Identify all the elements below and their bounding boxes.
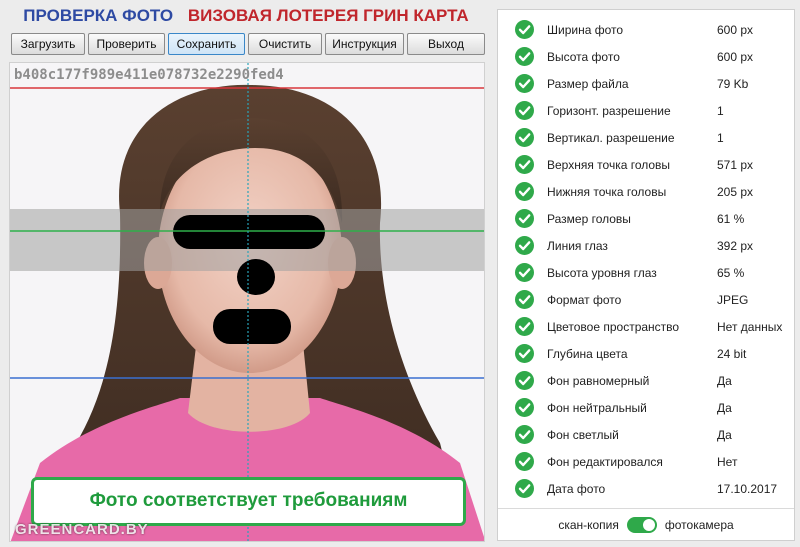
nose-censor	[237, 259, 275, 295]
result-label: Линия глаз	[547, 238, 608, 253]
save-button[interactable]: Сохранить	[168, 33, 245, 55]
check-icon	[515, 479, 534, 498]
result-row: Размер файла 79 Kb	[498, 70, 794, 97]
result-row: Ширина фото 600 px	[498, 16, 794, 43]
result-value: 600 px	[717, 22, 754, 37]
result-row: Глубина цвета 24 bit	[498, 340, 794, 367]
result-label: Горизонт. разрешение	[547, 103, 671, 118]
results-list: Ширина фото 600 px Высота фото 600 px Размер…	[498, 16, 794, 502]
result-row: Фон светлый Да	[498, 421, 794, 448]
status-banner: Фото соответствует требованиям	[31, 477, 466, 526]
mouth-censor	[213, 309, 291, 344]
results-panel: Ширина фото 600 px Высота фото 600 px Размер…	[497, 9, 795, 541]
result-row: Фон нейтральный Да	[498, 394, 794, 421]
result-label: Формат фото	[547, 292, 622, 307]
check-icon	[515, 317, 534, 336]
result-value: Да	[717, 373, 732, 388]
result-label: Фон нейтральный	[547, 400, 647, 415]
help-button[interactable]: Инструкция	[325, 33, 404, 55]
portrait-photo	[10, 63, 484, 541]
result-value: 65 %	[717, 265, 745, 280]
toggle-label-camera: фотокамера	[664, 517, 734, 532]
result-value: Нет	[717, 454, 738, 469]
result-row: Высота уровня глаз 65 %	[498, 259, 794, 286]
result-value: 600 px	[717, 49, 754, 64]
result-row: Размер головы 61 %	[498, 205, 794, 232]
result-value: Да	[717, 400, 732, 415]
result-value: 17.10.2017	[717, 481, 778, 496]
result-row: Горизонт. разрешение 1	[498, 97, 794, 124]
result-label: Фон светлый	[547, 427, 619, 442]
check-icon	[515, 128, 534, 147]
source-toggle-row: скан-копия фотокамера	[498, 508, 794, 540]
check-icon	[515, 47, 534, 66]
result-row: Цветовое пространство Нет данных	[498, 313, 794, 340]
result-label: Высота фото	[547, 49, 620, 64]
check-icon	[515, 398, 534, 417]
check-icon	[515, 263, 534, 282]
result-value: 61 %	[717, 211, 745, 226]
result-label: Дата фото	[547, 481, 606, 496]
source-toggle[interactable]	[626, 516, 657, 533]
result-label: Верхняя точка головы	[547, 157, 671, 172]
check-icon	[515, 182, 534, 201]
toggle-label-scan: скан-копия	[558, 517, 619, 532]
result-label: Цветовое пространство	[547, 319, 680, 334]
title-check-photo: ПРОВЕРКА ФОТО	[23, 6, 174, 25]
result-row: Верхняя точка головы 571 px	[498, 151, 794, 178]
result-value: Да	[717, 427, 732, 442]
result-value: 392 px	[717, 238, 754, 253]
result-value: 1	[717, 103, 724, 118]
check-icon	[515, 344, 534, 363]
result-label: Вертикал. разрешение	[547, 130, 675, 145]
check-icon	[515, 290, 534, 309]
result-value: 205 px	[717, 184, 754, 199]
check-icon	[515, 371, 534, 390]
result-label: Размер файла	[547, 76, 629, 91]
result-value: 79 Kb	[717, 76, 749, 91]
result-row: Фон редактировался Нет	[498, 448, 794, 475]
result-value: 24 bit	[717, 346, 747, 361]
load-button[interactable]: Загрузить	[11, 33, 85, 55]
result-row: Линия глаз 392 px	[498, 232, 794, 259]
result-row: Формат фото JPEG	[498, 286, 794, 313]
toolbar: Загрузить Проверить Сохранить Очистить И…	[11, 33, 487, 57]
result-value: JPEG	[717, 292, 749, 307]
check-icon	[515, 74, 534, 93]
result-row: Вертикал. разрешение 1	[498, 124, 794, 151]
check-icon	[515, 425, 534, 444]
check-icon	[515, 20, 534, 39]
result-row: Высота фото 600 px	[498, 43, 794, 70]
check-icon	[515, 236, 534, 255]
photo-hash: b408c177f989e411e078732e2290fed4	[14, 67, 284, 83]
check-icon	[515, 452, 534, 471]
clear-button[interactable]: Очистить	[248, 33, 322, 55]
result-label: Ширина фото	[547, 22, 624, 37]
result-label: Фон равномерный	[547, 373, 650, 388]
check-icon	[515, 101, 534, 120]
exit-button[interactable]: Выход	[407, 33, 485, 55]
eyes-censor	[173, 215, 325, 249]
result-row: Нижняя точка головы 205 px	[498, 178, 794, 205]
title-green-card: ВИЗОВАЯ ЛОТЕРЕЯ ГРИН КАРТА	[187, 6, 469, 25]
result-label: Нижняя точка головы	[547, 184, 667, 199]
result-row: Фон равномерный Да	[498, 367, 794, 394]
toggle-knob	[642, 518, 655, 531]
result-label: Высота уровня глаз	[547, 265, 657, 280]
check-button[interactable]: Проверить	[88, 33, 165, 55]
result-value: 1	[717, 130, 724, 145]
result-row: Дата фото 17.10.2017	[498, 475, 794, 502]
app-title: ПРОВЕРКА ФОТО ВИЗОВАЯ ЛОТЕРЕЯ ГРИН КАРТА	[0, 6, 492, 26]
result-value: Нет данных	[717, 319, 783, 334]
result-value: 571 px	[717, 157, 754, 172]
photo-viewer[interactable]: b408c177f989e411e078732e2290fed4 Фото со…	[9, 62, 485, 542]
result-label: Фон редактировался	[547, 454, 663, 469]
result-label: Глубина цвета	[547, 346, 628, 361]
result-label: Размер головы	[547, 211, 631, 226]
check-icon	[515, 155, 534, 174]
watermark: GREENCARD.BY	[15, 521, 149, 538]
check-icon	[515, 209, 534, 228]
